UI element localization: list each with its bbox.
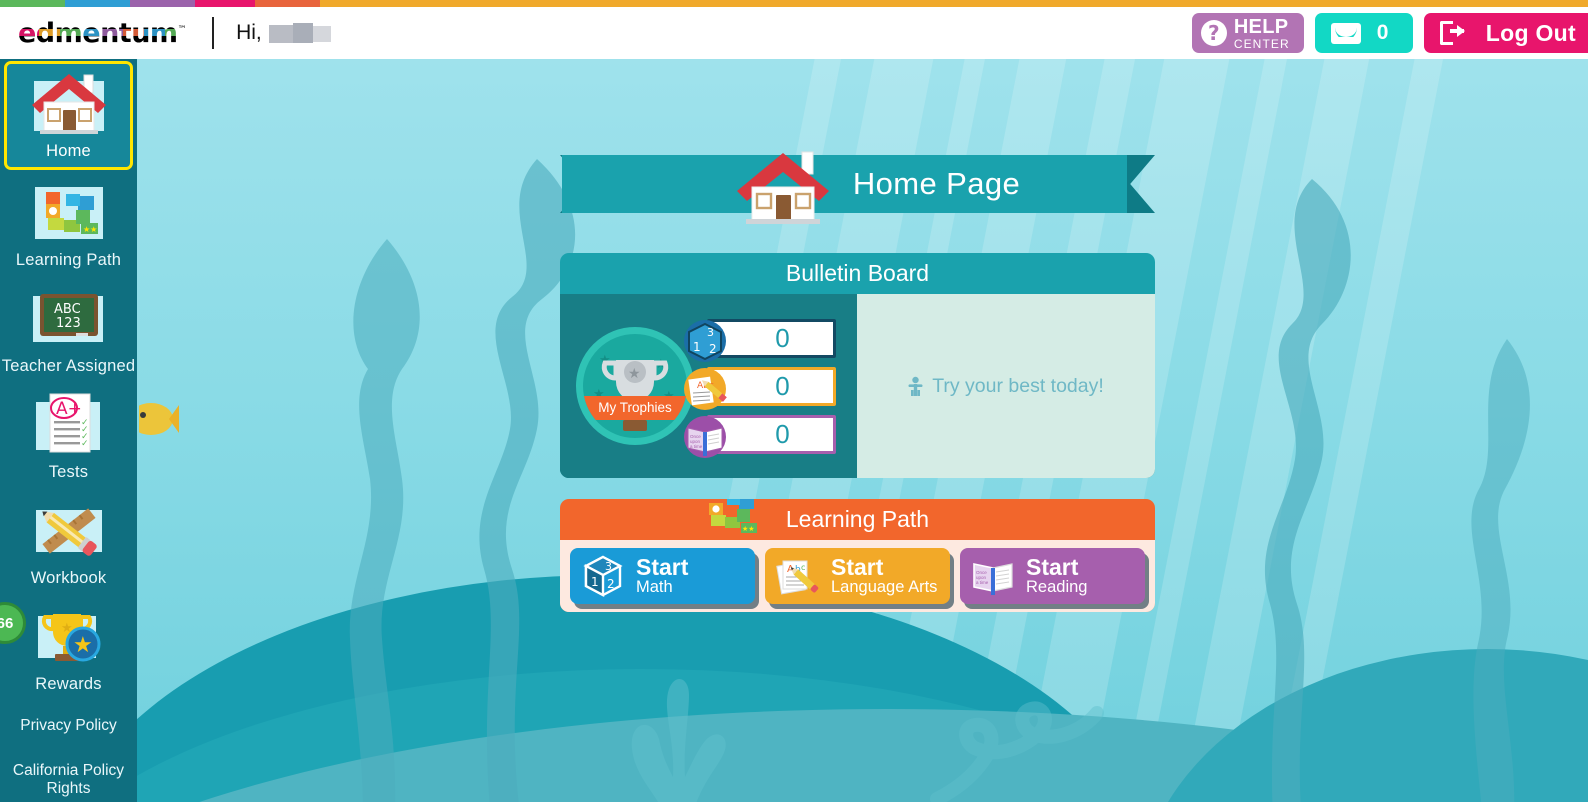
- help-center-button[interactable]: ? HELP CENTER: [1191, 13, 1304, 53]
- svg-text:✓: ✓: [81, 438, 89, 448]
- svg-text:A+: A+: [56, 399, 82, 419]
- number-block-icon: 3 1 2: [580, 553, 626, 599]
- svg-text:a time: a time: [690, 444, 703, 449]
- trophies-and-counters: ★ ★ ★ ★ ★ My Trophies: [560, 294, 857, 478]
- sidebar-item-learning-path[interactable]: ★★ Learning Path: [0, 170, 137, 276]
- open-book-icon: Once upon a time: [682, 414, 729, 461]
- privacy-policy-link[interactable]: Privacy Policy: [0, 717, 137, 735]
- counter-reading: Once upon a time 0: [684, 414, 836, 458]
- counter-math: 3 1 2 0: [684, 318, 836, 362]
- start-label: Start: [1026, 554, 1079, 581]
- sidebar-item-label: Home: [46, 142, 91, 160]
- sidebar-item-label: Rewards: [35, 675, 102, 693]
- svg-text:123: 123: [56, 316, 81, 331]
- my-trophies-label: My Trophies: [583, 396, 687, 420]
- bulletin-message-panel: Try your best today!: [857, 294, 1155, 478]
- svg-text:a time: a time: [976, 580, 989, 585]
- learning-path-buttons: 3 1 2 Start Math A c Start Language Arts…: [560, 540, 1155, 612]
- abc-paper-pencil-icon: Abc: [682, 366, 729, 413]
- logo-text: edmentum: [18, 17, 178, 49]
- page-title: Home Page: [852, 166, 1021, 201]
- message-count: 0: [1376, 21, 1389, 44]
- sidebar-item-label: Teacher Assigned: [1, 357, 136, 375]
- brand-color-stripe: [0, 0, 1588, 7]
- graded-paper-a-plus-icon: A+ ✓ ✓ ✓ ✓: [0, 389, 137, 461]
- help-center-line1: HELP: [1233, 15, 1289, 38]
- board-game-path-icon: ★★: [695, 499, 771, 545]
- student-name-redacted: [268, 21, 331, 46]
- sidebar-nav: Home ★★ Learning Path ABC 123 Teacher As…: [0, 59, 137, 802]
- person-icon: [908, 376, 923, 396]
- svg-text:2: 2: [607, 577, 615, 591]
- logo-trademark: ™: [177, 24, 187, 35]
- app-header: edmentum™ Hi, ? HELP CENTER 0 Log Out: [0, 7, 1588, 59]
- board-game-path-icon: ★★: [0, 177, 137, 249]
- svg-text:3: 3: [707, 326, 714, 339]
- learning-path-title-bar: ★★ Learning Path: [560, 499, 1155, 540]
- sidebar-item-rewards[interactable]: 66 ★ ★ Rewards: [0, 594, 137, 700]
- log-out-label: Log Out: [1485, 19, 1576, 46]
- page-banner: Home Page: [560, 151, 1155, 224]
- subject-label: Reading: [1026, 578, 1088, 597]
- learning-path-title: Learning Path: [785, 506, 930, 532]
- sidebar-item-label: Workbook: [30, 569, 107, 587]
- svg-text:★★: ★★: [83, 225, 97, 234]
- bulletin-message: Try your best today!: [932, 374, 1104, 397]
- help-center-line2: CENTER: [1233, 36, 1290, 51]
- svg-text:3: 3: [605, 560, 612, 573]
- number-block-icon: 3 1 2: [682, 318, 729, 365]
- open-book-icon: Once upon a time: [970, 553, 1016, 599]
- logout-arrow-icon: [1439, 21, 1466, 45]
- bulletin-board-body: ★ ★ ★ ★ ★ My Trophies: [560, 294, 1155, 478]
- log-out-button[interactable]: Log Out: [1423, 13, 1588, 53]
- bulletin-board-card: Bulletin Board ★ ★ ★ ★ My Trophies 3 1 2…: [560, 253, 1155, 478]
- svg-text:ABC: ABC: [54, 302, 81, 317]
- sidebar-item-label: Tests: [48, 463, 89, 481]
- header-actions: ? HELP CENTER 0 Log Out: [1191, 13, 1588, 53]
- start-language-arts-button[interactable]: A b c: [765, 548, 950, 604]
- house-icon: [7, 68, 130, 140]
- house-icon: [730, 147, 836, 227]
- subject-label: Language Arts: [831, 578, 938, 597]
- greeting-label: Hi,: [236, 21, 262, 44]
- svg-text:★: ★: [73, 632, 93, 657]
- sidebar-item-workbook[interactable]: Workbook: [0, 488, 137, 594]
- california-policy-rights-link[interactable]: California Policy Rights: [0, 762, 137, 798]
- header-divider: [212, 17, 215, 49]
- my-trophies-badge[interactable]: ★ ★ ★ ★ ★ My Trophies: [576, 327, 694, 445]
- start-math-button[interactable]: 3 1 2 Start Math: [570, 548, 755, 604]
- envelope-icon: [1330, 22, 1361, 44]
- svg-text:c: c: [801, 563, 805, 572]
- start-label: Start: [636, 554, 689, 581]
- sidebar-item-label: Learning Path: [15, 251, 122, 269]
- chalkboard-abc-123-icon: ABC 123: [0, 283, 137, 355]
- pencil-ruler-icon: [0, 495, 137, 567]
- edmentum-logo: edmentum™: [18, 17, 187, 49]
- start-reading-button[interactable]: Once upon a time Start Reading: [960, 548, 1145, 604]
- question-mark-icon: ?: [1200, 20, 1227, 46]
- svg-text:1: 1: [693, 340, 701, 354]
- abc-paper-pencil-icon: A b c: [775, 553, 821, 599]
- app-root: edmentum™ Hi, ? HELP CENTER 0 Log Out Ho…: [0, 0, 1588, 802]
- svg-text:2: 2: [709, 342, 717, 356]
- messages-button[interactable]: 0: [1314, 13, 1413, 53]
- subject-label: Math: [636, 578, 673, 597]
- sidebar-item-home[interactable]: Home: [4, 61, 133, 170]
- subject-counters: 3 1 2 0 0 Once upon a time 0: [684, 318, 836, 458]
- start-label: Start: [831, 554, 884, 581]
- svg-text:★★: ★★: [742, 525, 755, 533]
- learning-path-card: ★★ Learning Path 3 1 2 Start Math A c St…: [560, 499, 1155, 612]
- sidebar-item-tests[interactable]: A+ ✓ ✓ ✓ ✓ Tests: [0, 382, 137, 488]
- svg-text:1: 1: [591, 575, 599, 589]
- bulletin-board-title: Bulletin Board: [785, 260, 930, 286]
- main-stage: Home Page Bulletin Board ★ ★ ★ ★ My Trop…: [137, 59, 1588, 802]
- greeting: Hi,: [236, 21, 331, 46]
- sidebar-item-teacher-assigned[interactable]: ABC 123 Teacher Assigned: [0, 276, 137, 382]
- counter-language-arts: Abc: [684, 366, 836, 410]
- page-content: Home Page Bulletin Board ★ ★ ★ ★ My Trop…: [137, 59, 1588, 802]
